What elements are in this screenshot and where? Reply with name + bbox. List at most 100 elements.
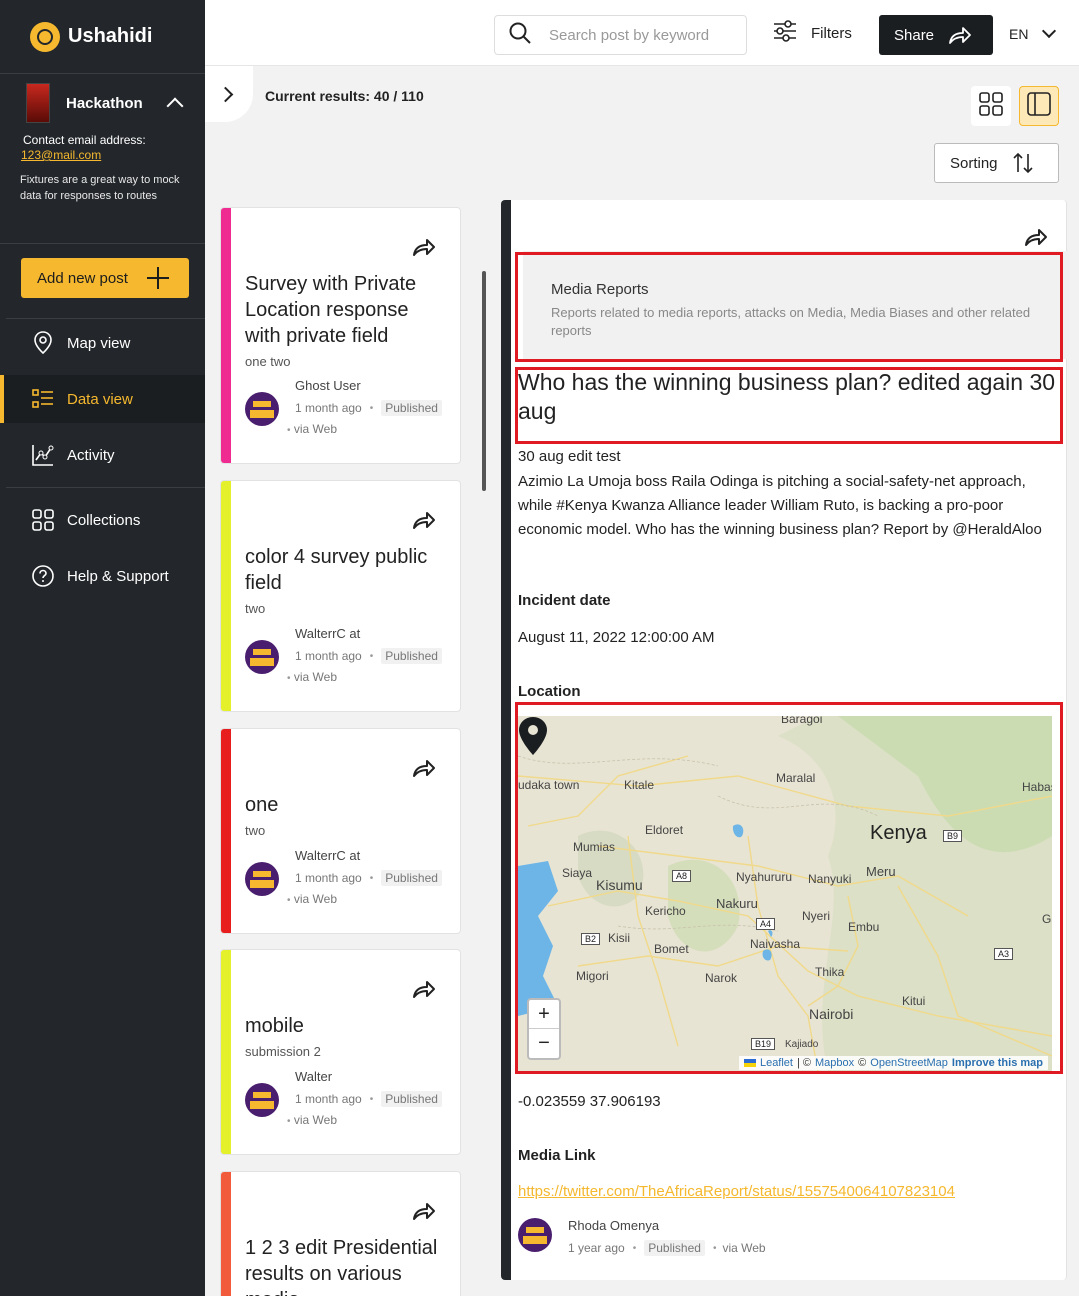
status-badge: Published — [381, 400, 442, 416]
sidebar-item-activity[interactable]: Activity — [0, 431, 205, 479]
contact-label: Contact email address: — [23, 133, 146, 147]
share-arrow-icon — [948, 25, 972, 49]
grid-view-button[interactable] — [971, 86, 1011, 126]
post-subtitle: submission 2 — [245, 1044, 321, 1059]
survey-color-bar — [221, 208, 231, 463]
author-name: WalterrC at — [295, 626, 361, 641]
sidebar-item-label: Collections — [67, 511, 141, 529]
incident-date-value: August 11, 2022 12:00:00 AM — [518, 629, 715, 646]
post-card[interactable]: one two WalterrC at 1 month ago • Publishe… — [220, 728, 461, 934]
media-link-label: Media Link — [518, 1147, 596, 1164]
search-box[interactable] — [494, 15, 747, 55]
search-input[interactable] — [549, 26, 729, 44]
highlight-box — [515, 702, 1063, 1074]
language-label: EN — [1009, 26, 1029, 42]
post-title: 1 2 3 edit Presidential results on vario… — [245, 1237, 438, 1296]
share-icon[interactable] — [412, 978, 436, 1000]
post-title: Survey with Private Location response wi… — [245, 273, 417, 347]
chevron-down-icon — [1042, 23, 1057, 39]
status-badge: Published — [381, 648, 442, 664]
post-source: via Web — [293, 892, 337, 906]
avatar — [245, 862, 279, 896]
post-detail: Media Reports Reports related to media r… — [501, 200, 1069, 1280]
post-author: WalterrC at 1 month ago • Published • via … — [245, 848, 442, 906]
share-icon[interactable] — [412, 236, 436, 258]
split-view-button[interactable] — [1019, 86, 1059, 126]
status-badge: Published — [381, 870, 442, 886]
share-icon[interactable] — [412, 1200, 436, 1222]
author-name: Ghost User — [295, 378, 361, 393]
post-card[interactable]: color 4 survey public field two WalterrC… — [220, 480, 461, 712]
filters-button[interactable]: Filters — [773, 20, 852, 46]
post-author: Walter 1 month ago • Published • via Web — [245, 1069, 442, 1127]
sidebar-item-help-support[interactable]: Help & Support — [0, 552, 205, 600]
ushahidi-logo-icon — [30, 21, 60, 52]
author-name: Walter — [295, 1069, 333, 1084]
post-card[interactable]: mobile submission 2 Walter 1 month ago • P… — [220, 949, 461, 1155]
add-post-label: Add new post — [37, 269, 128, 287]
app-name: Ushahidi — [68, 25, 153, 47]
share-icon[interactable] — [1024, 226, 1048, 248]
post-subtitle: two — [245, 601, 266, 616]
split-view-icon — [1027, 91, 1051, 121]
sidebar-item-map-view[interactable]: Map view — [0, 319, 205, 367]
nav-divider — [6, 487, 205, 488]
post-detail-subtitle: 30 aug edit test — [518, 448, 621, 465]
contact-email-link[interactable]: 123@mail.com — [21, 148, 185, 162]
avatar — [245, 392, 279, 426]
post-subtitle: one two — [245, 354, 291, 369]
add-new-post-button[interactable]: Add new post — [21, 258, 189, 298]
share-icon[interactable] — [412, 757, 436, 779]
post-author: WalterrC at 1 month ago • Published • via … — [245, 626, 442, 684]
post-card[interactable]: Survey with Private Location response wi… — [220, 207, 461, 464]
map-pin-icon — [32, 331, 54, 355]
plus-icon — [147, 267, 169, 289]
post-title: color 4 survey public field — [245, 546, 428, 594]
post-time: 1 year ago — [568, 1241, 625, 1255]
author-name: Rhoda Omenya — [568, 1218, 660, 1233]
highlight-box — [515, 252, 1063, 362]
expand-list-button[interactable] — [205, 66, 253, 122]
post-author: Ghost User 1 month ago • Published • via W… — [245, 378, 442, 436]
sidebar-item-label: Activity — [67, 446, 115, 464]
share-label: Share — [894, 26, 935, 44]
survey-color-bar — [221, 481, 231, 711]
post-source: via Web — [293, 670, 337, 684]
collections-grid-icon — [32, 509, 54, 531]
incident-date-label: Incident date — [518, 592, 611, 609]
post-card[interactable]: 1 2 3 edit Presidential results on vario… — [220, 1171, 461, 1296]
highlight-box — [515, 367, 1063, 444]
list-scrollbar[interactable] — [482, 271, 486, 491]
sorting-button[interactable]: Sorting — [934, 143, 1059, 183]
sidebar-item-collections[interactable]: Collections — [0, 496, 205, 544]
logo[interactable]: Ushahidi — [0, 0, 205, 74]
post-source: via Web — [722, 1241, 766, 1255]
deployment-header[interactable]: Hackathon — [26, 82, 185, 124]
post-detail-body: Azimio La Umoja boss Raila Odinga is pit… — [518, 473, 1042, 538]
language-selector[interactable]: EN — [1009, 23, 1057, 42]
media-link[interactable]: https://twitter.com/TheAfricaReport/stat… — [518, 1183, 955, 1200]
help-circle-icon — [32, 565, 54, 587]
deployment-info: Hackathon Contact email address: 123@mai… — [0, 74, 205, 244]
search-icon — [509, 22, 531, 49]
sidebar-item-label: Help & Support — [67, 567, 169, 585]
share-button[interactable]: Share — [879, 15, 993, 55]
avatar — [245, 1083, 279, 1117]
list-icon — [32, 388, 54, 410]
status-badge: Published — [381, 1091, 442, 1107]
chevron-up-icon[interactable] — [166, 97, 184, 115]
main-content: Current results: 40 / 110 Sorting Survey… — [205, 66, 1079, 1296]
sidebar-item-data-view[interactable]: Data view — [0, 375, 205, 423]
avatar — [245, 640, 279, 674]
grid-view-icon — [979, 91, 1003, 121]
location-label: Location — [518, 683, 581, 700]
results-count: Current results: 40 / 110 — [265, 88, 424, 104]
status-badge: Published — [644, 1240, 705, 1256]
survey-color-bar — [221, 950, 231, 1154]
post-time: 1 month ago — [295, 649, 362, 663]
chevron-right-icon — [217, 86, 233, 102]
share-icon[interactable] — [412, 509, 436, 531]
sorting-label: Sorting — [950, 154, 998, 172]
post-time: 1 month ago — [295, 871, 362, 885]
post-source: via Web — [293, 1113, 337, 1127]
